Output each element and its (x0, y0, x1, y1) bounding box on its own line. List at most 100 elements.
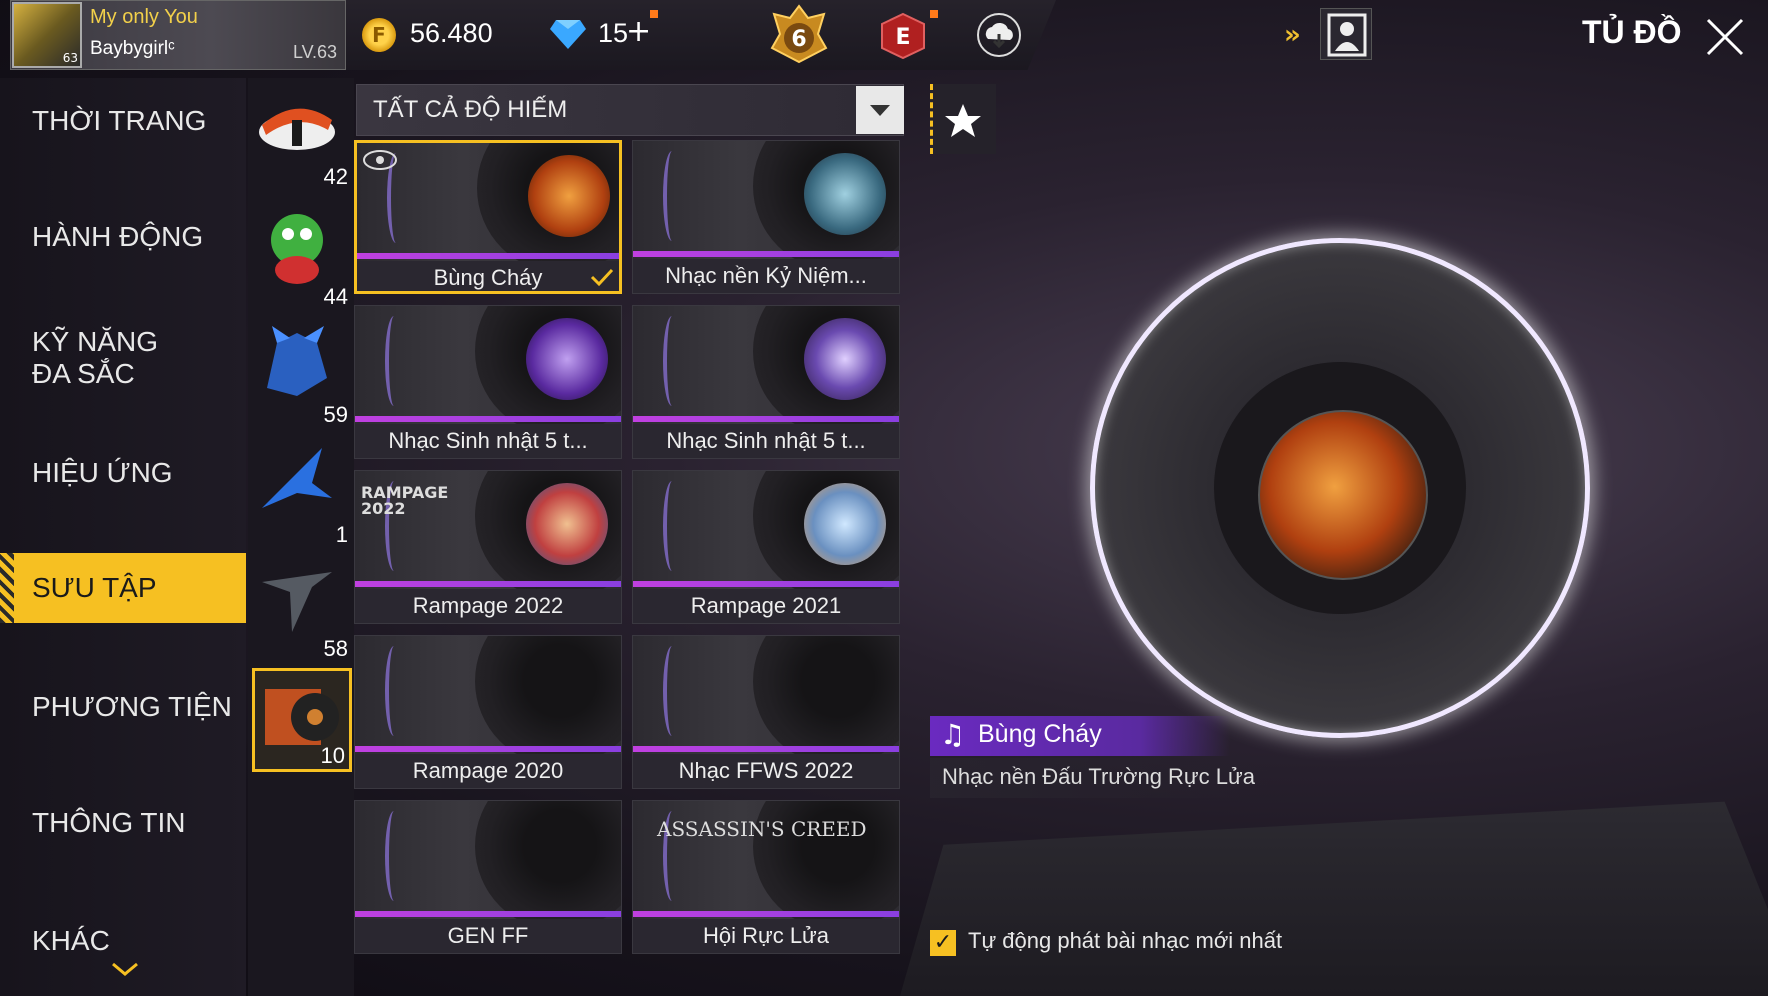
rarity-bar (355, 746, 621, 752)
music-item[interactable]: Rampage 2020 (354, 635, 622, 789)
add-diamond-button[interactable]: + (626, 14, 651, 49)
category-bird[interactable]: 1 (252, 438, 352, 548)
music-item[interactable]: RAMPAGE 2022 Rampage 2022 (354, 470, 622, 624)
autoplay-checkbox[interactable]: ✓ (930, 930, 956, 956)
item-label: Hội Rực Lửa (633, 919, 899, 953)
nav-item-vehicles[interactable]: PHƯƠNG TIỆN (0, 672, 246, 742)
rarity-filter-label: TẤT CẢ ĐỘ HIẾM (373, 96, 568, 123)
player-level: LV.63 (293, 42, 338, 62)
music-item[interactable]: Nhạc Sinh nhật 5 t... (632, 305, 900, 459)
album-cover (526, 318, 608, 400)
category-count: 58 (323, 636, 348, 661)
nav-item-actions[interactable]: HÀNH ĐỘNG (0, 202, 246, 272)
elite-pass-icon[interactable]: E (880, 12, 926, 60)
gold-value: 56.480 (410, 18, 493, 48)
active-indicator (0, 553, 14, 623)
stage-platform (900, 801, 1768, 996)
item-label: Nhạc Sinh nhật 5 t... (355, 424, 621, 458)
avatar-level: 63 (62, 51, 78, 65)
blue-beast-icon (267, 326, 327, 396)
item-label: Nhạc nền Kỷ Niệm... (633, 259, 899, 293)
rank-badge-icon[interactable]: 6 (768, 4, 830, 66)
elite-notification-dot (930, 10, 938, 18)
close-icon[interactable] (1700, 12, 1750, 62)
gold-coin-icon: F (362, 18, 396, 52)
preview-album-cover (1258, 410, 1428, 580)
disc-shine (385, 646, 403, 736)
diamond-notification-dot (650, 10, 658, 18)
category-sushi[interactable]: 42 (252, 80, 352, 190)
album-cover (804, 318, 886, 400)
music-item[interactable]: Nhạc Sinh nhật 5 t... (354, 305, 622, 459)
rampage-badge: RAMPAGE 2022 (361, 483, 449, 518)
character-select-button[interactable] (1320, 8, 1372, 60)
dragon-pet-icon (271, 214, 323, 284)
item-label: Bùng Cháy (357, 261, 619, 291)
rarity-bar (355, 911, 621, 917)
category-beast[interactable]: 59 (252, 318, 352, 428)
disc-shine (663, 481, 681, 571)
cloud-download-icon[interactable] (976, 12, 1022, 58)
nav-item-collection[interactable]: SƯU TẬP (0, 553, 246, 623)
character-portrait-icon (1327, 13, 1367, 57)
disc-shine (663, 316, 681, 406)
glider-icon (262, 572, 332, 632)
item-label: Rampage 2022 (355, 589, 621, 623)
sushi-icon (259, 108, 335, 150)
music-item[interactable]: Rampage 2021 (632, 470, 900, 624)
music-item[interactable]: GEN FF (354, 800, 622, 954)
item-label: Rampage 2021 (633, 589, 899, 623)
assassins-creed-badge: ASSASSIN'S CREED (657, 817, 867, 841)
disc-shine (663, 646, 681, 736)
player-avatar[interactable]: 63 (12, 2, 82, 68)
rarity-bar (633, 911, 899, 917)
music-note-icon: ♫ (940, 718, 966, 751)
category-count: 59 (323, 402, 348, 427)
nav-item-color-skills[interactable]: KỸ NĂNG ĐA SẮC (0, 318, 200, 398)
item-label: GEN FF (355, 919, 621, 953)
category-pet[interactable]: 44 (252, 200, 352, 310)
disc-shine (385, 316, 403, 406)
scroll-down-chevron-icon[interactable] (110, 958, 140, 983)
disc-shine (663, 151, 681, 241)
item-label: Nhạc Sinh nhật 5 t... (633, 424, 899, 458)
preview-title: Bùng Cháy (978, 720, 1102, 748)
category-count: 42 (323, 164, 348, 189)
category-glider[interactable]: 58 (252, 552, 352, 662)
music-item[interactable]: Nhạc FFWS 2022 (632, 635, 900, 789)
favorite-button[interactable] (930, 84, 996, 154)
preview-subtitle: Nhạc nền Đấu Trường Rực Lửa (942, 764, 1255, 789)
check-icon (590, 268, 614, 287)
rarity-bar (357, 253, 619, 259)
music-item[interactable]: ASSASSIN'S CREED Hội Rực Lửa (632, 800, 900, 954)
star-icon (945, 104, 981, 137)
category-count: 44 (323, 284, 348, 309)
music-item[interactable]: Bùng Cháy (354, 140, 622, 294)
album-cover (528, 155, 610, 237)
rarity-filter[interactable]: TẤT CẢ ĐỘ HIẾM (356, 84, 904, 136)
filter-dropdown-button[interactable] (856, 86, 904, 134)
rarity-bar (355, 416, 621, 422)
rank-number: 6 (791, 27, 806, 52)
category-music[interactable]: 10 (252, 668, 352, 772)
diamond-icon (550, 20, 586, 49)
page-title: TỦ ĐỒ (1582, 14, 1682, 50)
autoplay-label: Tự động phát bài nhạc mới nhất (968, 928, 1283, 953)
blue-bird-icon (262, 448, 332, 508)
disc-shine (385, 811, 403, 901)
nav-item-effects[interactable]: HIỆU ỨNG (0, 438, 246, 508)
player-title: My only You (90, 6, 198, 28)
album-cover (526, 483, 608, 565)
elite-letter: E (895, 25, 910, 50)
rarity-bar (633, 746, 899, 752)
music-item[interactable]: Nhạc nền Kỷ Niệm... (632, 140, 900, 294)
player-name: Baybygirlᶜ (90, 38, 175, 59)
double-chevron-icon: » (1284, 20, 1301, 50)
album-cover (804, 483, 886, 565)
album-cover (804, 153, 886, 235)
rarity-bar (633, 581, 899, 587)
nav-item-info[interactable]: THÔNG TIN (0, 788, 246, 858)
item-label: Rampage 2020 (355, 754, 621, 788)
nav-item-fashion[interactable]: THỜI TRANG (0, 86, 246, 156)
diamond-value: 15 (598, 18, 629, 48)
